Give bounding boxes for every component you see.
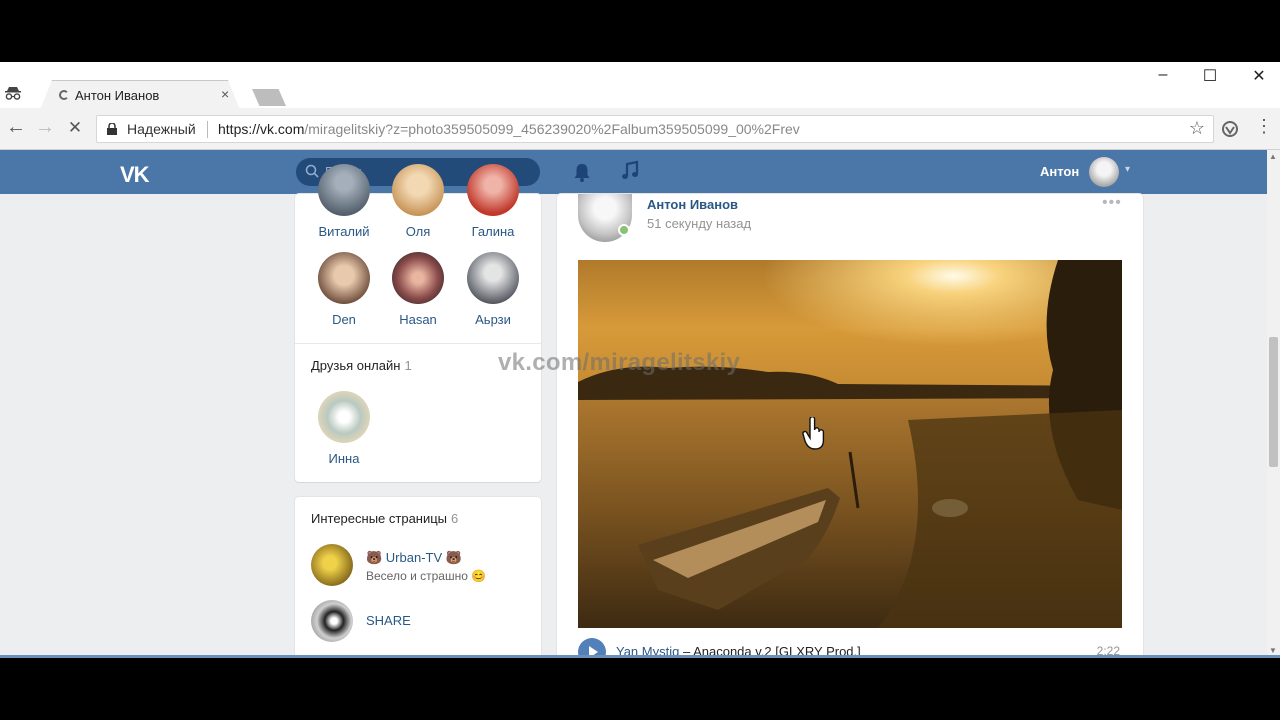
friend-avatar: [392, 252, 444, 304]
friend-name: Den: [332, 312, 356, 327]
friend-avatar: [467, 252, 519, 304]
interesting-pages-card: Интересные страницы 6 🐻 Urban-TV 🐻 Весело…: [295, 497, 541, 658]
post-photo[interactable]: [578, 260, 1122, 628]
lock-icon: [107, 123, 117, 135]
page-avatar: [311, 544, 353, 586]
online-status-icon: [618, 224, 630, 236]
online-friends-label: Друзья онлайн: [311, 358, 401, 373]
new-tab-button[interactable]: [252, 89, 286, 106]
bookmark-star-icon[interactable]: ☆: [1189, 118, 1205, 139]
hand-cursor-icon: [802, 417, 825, 450]
friend-item[interactable]: Оля: [381, 164, 455, 239]
scroll-up-icon[interactable]: ▲: [1269, 152, 1277, 161]
window-close-button[interactable]: ✕: [1244, 66, 1274, 86]
friend-item[interactable]: Hasan: [381, 252, 455, 327]
post-timestamp[interactable]: 51 секунду назад: [647, 216, 751, 231]
url-prefix: https://: [218, 121, 261, 137]
post-author-name[interactable]: Антон Иванов: [647, 197, 738, 212]
scrollbar-thumb[interactable]: [1269, 337, 1278, 467]
friend-name: Aьрзи: [475, 312, 511, 327]
post-more-icon[interactable]: •••: [1102, 194, 1122, 212]
stop-loading-icon[interactable]: ✕: [63, 118, 87, 138]
notifications-bell-icon[interactable]: [572, 161, 592, 183]
browser-menu-icon[interactable]: ⋮: [1252, 116, 1276, 137]
tab-close-icon[interactable]: ×: [221, 86, 229, 102]
vk-logo[interactable]: VK: [120, 162, 150, 188]
online-friends-count: 1: [404, 358, 412, 373]
url-text[interactable]: https://vk.com/miragelitskiy?z=photo3595…: [218, 121, 800, 137]
url-path: /miragelitskiy?z=photo359505099_45623902…: [304, 121, 800, 137]
page-name: SHARE: [366, 613, 411, 628]
music-note-icon[interactable]: [620, 160, 640, 182]
header-user-name[interactable]: Антон: [1040, 164, 1079, 179]
online-friend-item[interactable]: Инна: [307, 391, 381, 466]
window-minimize-button[interactable]: –: [1148, 66, 1178, 84]
scroll-down-icon[interactable]: ▼: [1269, 646, 1277, 655]
screen: Антон Иванов × – ☐ ✕ ← → ✕ Надежный http…: [0, 62, 1280, 658]
friend-avatar: [392, 164, 444, 216]
browser-titlebar: Антон Иванов × – ☐ ✕: [0, 62, 1280, 110]
page-item-urban-tv[interactable]: 🐻 Urban-TV 🐻 Весело и страшно 😊: [311, 544, 531, 588]
address-bar[interactable]: Надежный https://vk.com/miragelitskiy?z=…: [96, 115, 1214, 143]
online-friends-title[interactable]: Друзья онлайн 1: [311, 358, 412, 373]
url-host: vk.com: [260, 121, 305, 137]
window-maximize-button[interactable]: ☐: [1195, 66, 1225, 86]
interesting-pages-label: Интересные страницы: [311, 511, 448, 526]
friend-name: Галина: [471, 224, 515, 239]
tab-title: Антон Иванов: [75, 88, 160, 103]
friend-name: Оля: [405, 224, 431, 239]
chevron-down-icon[interactable]: ▾: [1125, 164, 1130, 175]
tab-active[interactable]: Антон Иванов ×: [40, 80, 240, 110]
incognito-icon: [5, 87, 21, 100]
interesting-pages-count: 6: [451, 511, 459, 526]
vk-header: VK Поиск Антон ▾: [0, 150, 1267, 194]
page-item-share[interactable]: SHARE: [311, 600, 531, 644]
interesting-pages-title[interactable]: Интересные страницы 6: [311, 511, 458, 526]
header-user-avatar[interactable]: [1089, 157, 1119, 187]
friend-item[interactable]: Виталий: [307, 164, 381, 239]
friend-avatar: [318, 164, 370, 216]
taskbar-edge: [0, 655, 1280, 658]
friend-name: Виталий: [318, 224, 370, 239]
loading-spinner-icon: [59, 90, 69, 100]
browser-toolbar: ← → ✕ Надежный https://vk.com/miragelits…: [0, 108, 1280, 150]
back-icon[interactable]: ←: [4, 116, 28, 139]
post-card: Антон Иванов 51 секунду назад ••• Yan My…: [557, 194, 1143, 658]
friend-name: Инна: [328, 451, 360, 466]
friend-item[interactable]: Галина: [456, 164, 530, 239]
friend-item[interactable]: Den: [307, 252, 381, 327]
friend-avatar: [318, 391, 370, 443]
watermark-text: vk.com/miragelitskiy: [498, 349, 741, 376]
friend-item[interactable]: Aьрзи: [456, 252, 530, 327]
omnibox-divider: [207, 121, 208, 138]
card-divider: [295, 343, 541, 344]
friend-avatar: [318, 252, 370, 304]
forward-icon[interactable]: →: [33, 116, 57, 139]
security-label: Надежный: [127, 121, 196, 137]
friend-avatar: [467, 164, 519, 216]
friend-name: Hasan: [399, 312, 437, 327]
page-avatar: [311, 600, 353, 642]
page-description: Весело и страшно 😊: [366, 569, 487, 583]
extension-icon[interactable]: [1221, 120, 1239, 138]
friends-card: Виталий Оля Галина Den Hasan Aьрзи Друзь…: [295, 164, 541, 482]
page-name: 🐻 Urban-TV 🐻: [366, 550, 462, 565]
